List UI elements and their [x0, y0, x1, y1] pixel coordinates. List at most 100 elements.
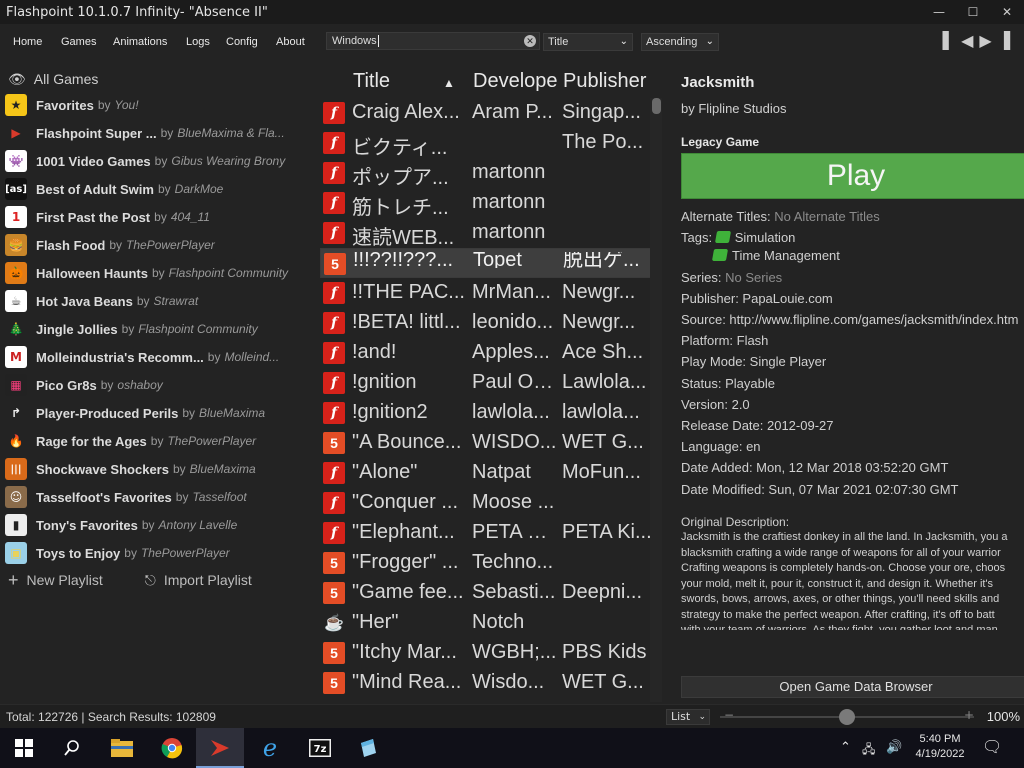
game-developer: by Flipline Studios — [681, 101, 787, 116]
game-row[interactable]: f 筋トレチ... martonn — [320, 188, 652, 219]
playlist-item[interactable]: ★ Favorites by You! — [0, 91, 316, 119]
pumpkin-icon: 🎃 — [5, 262, 27, 284]
playlist-item[interactable]: ▶ Flashpoint Super ... by BlueMaxima & Fla.… — [0, 119, 316, 147]
all-games-item[interactable]: 👁 All Games — [0, 66, 98, 92]
network-icon[interactable]: 🖧 — [862, 740, 875, 761]
playlist-item[interactable]: ||| Shockwave Shockers by BlueMaxima — [0, 455, 316, 483]
close-icon[interactable]: ✕ — [990, 0, 1024, 24]
playlist-item[interactable]: ▣ Toys to Enjoy by ThePowerPlayer — [0, 539, 316, 567]
game-row[interactable]: f !and! Apples... Ace Sh... — [320, 338, 652, 368]
menu-config[interactable]: Config — [226, 36, 258, 48]
sort-field-select[interactable]: Title ⌄ — [543, 33, 633, 51]
game-row[interactable]: ☕ "Her" Notch — [320, 608, 652, 638]
game-row[interactable]: f ビクティ... The Po... — [320, 128, 652, 159]
playlist-item[interactable]: 🎄 Jingle Jollies by Flashpoint Community — [0, 315, 316, 343]
flashpoint-logo-icon — [211, 740, 229, 756]
tag-time-management[interactable]: Time Management — [732, 248, 840, 263]
game-row[interactable]: f ポップア... martonn — [320, 158, 652, 189]
new-playlist-button[interactable]: New Playlist — [27, 572, 103, 588]
import-playlist-button[interactable]: Import Playlist — [164, 572, 252, 588]
playlist-item[interactable]: 🍔 Flash Food by ThePowerPlayer — [0, 231, 316, 259]
playlist-item[interactable]: ↱ Player-Produced Perils by BlueMaxima — [0, 399, 316, 427]
search-button[interactable] — [48, 728, 96, 768]
zoom-out-icon[interactable]: − — [724, 708, 734, 722]
playlist-item[interactable]: [as] Best of Adult Swim by DarkMoe — [0, 175, 316, 203]
menu-games[interactable]: Games — [61, 36, 96, 48]
flashpoint-taskbar-button[interactable] — [196, 728, 244, 768]
plus-icon: + — [8, 569, 19, 590]
open-game-data-browser-button[interactable]: Open Game Data Browser — [681, 676, 1024, 698]
menu-home[interactable]: Home — [13, 36, 42, 48]
notepad-icon — [361, 739, 376, 757]
playlist-item[interactable]: M Molleindustria's Recomm... by Molleind... — [0, 343, 316, 371]
playlist-item[interactable]: ▮ Tony's Favorites by Antony Lavelle — [0, 511, 316, 539]
menu-animations[interactable]: Animations — [113, 36, 167, 48]
clock-time: 5:40 PM — [919, 733, 961, 745]
game-row[interactable]: f 速読WEB... martonn — [320, 218, 652, 249]
maximize-icon[interactable]: ☐ — [956, 0, 990, 24]
7zip-button[interactable]: 7z — [296, 728, 344, 768]
internet-explorer-button[interactable]: e — [246, 728, 294, 768]
game-developer: lawlola... — [472, 401, 550, 423]
game-row[interactable]: f Craig Alex... Aram P... Singap... — [320, 98, 652, 128]
release-date-field: Release Date: 2012-09-27 — [681, 418, 834, 433]
game-row[interactable]: 5 "A Bounce... WISDO... WET G... — [320, 428, 652, 458]
sort-order-select[interactable]: Ascending ⌄ — [641, 33, 719, 51]
game-row[interactable]: 5 "Game fee... Sebasti... Deepni... — [320, 578, 652, 608]
start-button[interactable] — [0, 728, 48, 768]
view-mode-select[interactable]: List ⌄ — [666, 709, 710, 725]
column-publisher[interactable]: Publisher — [563, 70, 653, 93]
game-row[interactable]: f !BETA! littl... leonido... Newgr... — [320, 308, 652, 338]
game-row[interactable]: f !!THE PAC... MrMan... Newgr... — [320, 278, 652, 308]
game-list-scrollbar[interactable] — [650, 98, 662, 702]
game-developer: Topet — [473, 252, 522, 268]
game-row[interactable]: 5!!!??!!???... Topet 脱出ゲ... — [320, 248, 652, 278]
game-details-panel: Jacksmith by Flipline Studios Legacy Gam… — [666, 62, 1024, 702]
chrome-button[interactable] — [148, 728, 196, 768]
file-explorer-button[interactable] — [98, 728, 146, 768]
game-row[interactable]: 5 "Frogger" ... Techno... — [320, 548, 652, 578]
playlist-item[interactable]: ☕ Hot Java Beans by Strawrat — [0, 287, 316, 315]
play-button[interactable]: Play — [681, 153, 1024, 199]
tag-simulation[interactable]: Simulation — [735, 230, 796, 245]
game-title: "Her" — [352, 611, 399, 633]
game-row[interactable]: f !gnition2 lawlola... lawlola... — [320, 398, 652, 428]
game-publisher: WET G... — [562, 431, 644, 453]
minimize-icon[interactable]: — — [922, 0, 956, 24]
game-title: !!!??!!???... — [353, 252, 454, 268]
playlist-item[interactable]: ▦ Pico Gr8s by oshaboy — [0, 371, 316, 399]
menu-logs[interactable]: Logs — [186, 36, 210, 48]
game-row[interactable]: 5 "Mind Rea... Wisdo... WET G... — [320, 668, 652, 698]
playlist-item[interactable]: 🎃 Halloween Haunts by Flashpoint Community — [0, 259, 316, 287]
game-row[interactable]: f "Conquer ... Moose ... — [320, 488, 652, 518]
volume-icon[interactable]: 🔊 — [886, 740, 902, 755]
playlist-author: BlueMaxima — [189, 462, 256, 476]
game-row[interactable]: f !gnition Paul Oa... Lawlola... — [320, 368, 652, 398]
playlist-item[interactable]: 1 First Past the Post by 404_11 — [0, 203, 316, 231]
game-title: "Mind Rea... — [352, 671, 462, 693]
playlist-item[interactable]: 🔥 Rage for the Ages by ThePowerPlayer — [0, 427, 316, 455]
notification-icon[interactable]: 🗨 — [982, 737, 1002, 756]
by-label: by — [97, 98, 111, 112]
scrollbar-thumb[interactable] — [652, 98, 661, 114]
game-row[interactable]: 5 "Itchy Mar... WGBH;... PBS Kids — [320, 638, 652, 668]
search-input[interactable]: Windows ✕ — [326, 32, 540, 50]
zoom-slider[interactable] — [720, 709, 974, 725]
game-title: !gnition2 — [352, 401, 428, 423]
game-row[interactable]: f "Alone" Natpat MoFun... — [320, 458, 652, 488]
zoom-in-icon[interactable]: + — [964, 708, 974, 722]
game-title: "A Bounce... — [352, 431, 462, 453]
menu-about[interactable]: About — [276, 36, 305, 48]
zoom-slider-knob[interactable] — [839, 709, 855, 725]
notepad-button[interactable] — [344, 728, 392, 768]
show-hidden-icons-icon[interactable]: ⌃ — [840, 740, 851, 755]
flash-platform-icon: f — [323, 312, 345, 334]
game-row[interactable]: f "Elephant... PETA Ki... PETA Ki... — [320, 518, 652, 548]
playlist-item[interactable]: 👾 1001 Video Games by Gibus Wearing Brony — [0, 147, 316, 175]
column-developer[interactable]: Develope — [473, 70, 561, 93]
chevron-down-icon: ⌄ — [619, 36, 628, 47]
playlist-item[interactable]: ☺ Tasselfoot's Favorites by Tasselfoot — [0, 483, 316, 511]
sidebar-toggle-buttons[interactable]: ▌◀▶▐ — [943, 31, 1016, 50]
clear-search-icon[interactable]: ✕ — [524, 35, 536, 47]
taskbar-clock[interactable]: 5:40 PM 4/19/2022 — [910, 732, 970, 762]
